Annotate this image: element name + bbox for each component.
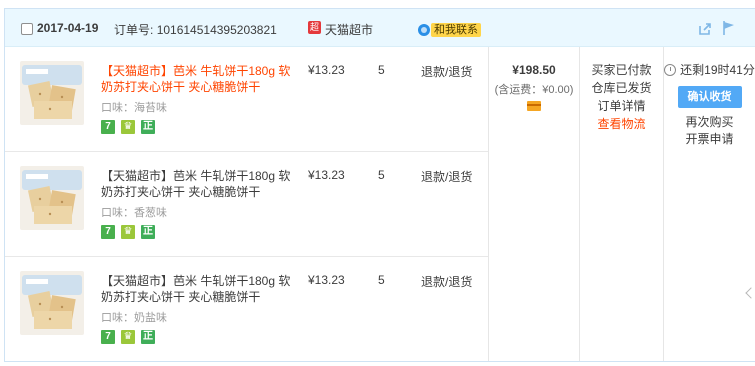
- service-badges: 7 ♛ 正: [101, 120, 155, 134]
- countdown-text: 还剩19时41分: [680, 63, 755, 77]
- buy-again-link[interactable]: 再次购买: [664, 114, 755, 131]
- order-item: 【天猫超市】芭米 牛轧饼干180g 软奶苏打夹心饼干 夹心糖脆饼干 口味：香葱味…: [5, 152, 488, 257]
- status-paid: 买家已付款: [591, 63, 652, 77]
- shipping-fee: (含运费：¥0.00): [494, 84, 574, 96]
- genuine-product-icon[interactable]: 正: [141, 330, 155, 344]
- order-select-checkbox[interactable]: [21, 23, 33, 35]
- guarantee-icon[interactable]: ♛: [121, 120, 135, 134]
- order-item: 【天猫超市】芭米 牛轧饼干180g 软奶苏打夹心饼干 夹心糖脆饼干 口味：奶盐味…: [5, 257, 488, 362]
- confirm-receipt-button[interactable]: 确认收货: [677, 86, 742, 108]
- tmall-supermarket-icon: 超: [308, 21, 321, 34]
- refund-return-link[interactable]: 退款/退货: [421, 168, 472, 185]
- order-item: 【天猫超市】芭米 牛轧饼干180g 软奶苏打夹心饼干 夹心糖脆饼干 口味：海苔味…: [5, 47, 488, 152]
- genuine-product-icon[interactable]: 正: [141, 120, 155, 134]
- product-thumbnail[interactable]: [20, 61, 84, 125]
- invoice-request-link[interactable]: 开票申请: [664, 131, 755, 148]
- contact-seller-button[interactable]: 和我联系: [418, 23, 481, 37]
- refund-return-link[interactable]: 退款/退货: [421, 63, 472, 80]
- product-flavor: 口味：香葱味: [101, 207, 167, 219]
- order-actions-column: 还剩19时41分 确认收货 再次购买 开票申请: [663, 47, 755, 361]
- shop-name-link[interactable]: 天猫超市: [325, 21, 373, 38]
- product-thumbnail[interactable]: [20, 166, 84, 230]
- order-header: 2017-04-19 订单号: 101614514395203821 超 天猫超…: [5, 9, 755, 47]
- product-thumbnail[interactable]: [20, 271, 84, 335]
- service-badges: 7 ♛ 正: [101, 330, 155, 344]
- order-status-column: 买家已付款 仓库已发货 订单详情 查看物流: [579, 47, 663, 361]
- quantity: 5: [378, 63, 385, 77]
- product-title-link[interactable]: 【天猫超市】芭米 牛轧饼干180g 软奶苏打夹心饼干 夹心糖脆饼干: [101, 63, 293, 95]
- product-title-link[interactable]: 【天猫超市】芭米 牛轧饼干180g 软奶苏打夹心饼干 夹心糖脆饼干: [101, 273, 293, 305]
- order-detail-link[interactable]: 订单详情: [580, 97, 663, 115]
- contact-seller-label: 和我联系: [431, 23, 481, 37]
- seven-day-return-icon[interactable]: 7: [101, 120, 115, 134]
- unit-price: ¥13.23: [308, 168, 345, 182]
- order-date: 2017-04-19: [37, 21, 99, 35]
- order-total-column: ¥198.50 (含运费：¥0.00): [488, 47, 579, 361]
- service-badges: 7 ♛ 正: [101, 225, 155, 239]
- order-number-value: 101614514395203821: [156, 23, 277, 37]
- view-logistics-link[interactable]: 查看物流: [580, 115, 663, 133]
- seven-day-return-icon[interactable]: 7: [101, 225, 115, 239]
- order-items-list: 【天猫超市】芭米 牛轧饼干180g 软奶苏打夹心饼干 夹心糖脆饼干 口味：海苔味…: [5, 47, 488, 362]
- product-flavor: 口味：海苔味: [101, 102, 167, 114]
- payment-card-icon: [527, 101, 541, 111]
- unit-price: ¥13.23: [308, 273, 345, 287]
- order-total: ¥198.50: [512, 63, 556, 77]
- chat-icon: [418, 24, 430, 36]
- genuine-product-icon[interactable]: 正: [141, 225, 155, 239]
- status-shipped: 仓库已发货: [591, 81, 652, 95]
- confirm-countdown: 还剩19时41分: [664, 61, 755, 78]
- product-flavor: 口味：奶盐味: [101, 312, 167, 324]
- share-icon[interactable]: [697, 21, 713, 37]
- order-number-label: 订单号:: [114, 23, 154, 37]
- seven-day-return-icon[interactable]: 7: [101, 330, 115, 344]
- guarantee-icon[interactable]: ♛: [121, 330, 135, 344]
- product-title-link[interactable]: 【天猫超市】芭米 牛轧饼干180g 软奶苏打夹心饼干 夹心糖脆饼干: [101, 168, 293, 200]
- refund-return-link[interactable]: 退款/退货: [421, 273, 472, 290]
- order-card: 2017-04-19 订单号: 101614514395203821 超 天猫超…: [4, 8, 755, 362]
- quantity: 5: [378, 168, 385, 182]
- flag-icon[interactable]: [722, 20, 736, 36]
- order-number: 订单号: 101614514395203821: [114, 21, 277, 38]
- clock-icon: [664, 63, 677, 76]
- unit-price: ¥13.23: [308, 63, 345, 77]
- guarantee-icon[interactable]: ♛: [121, 225, 135, 239]
- quantity: 5: [378, 273, 385, 287]
